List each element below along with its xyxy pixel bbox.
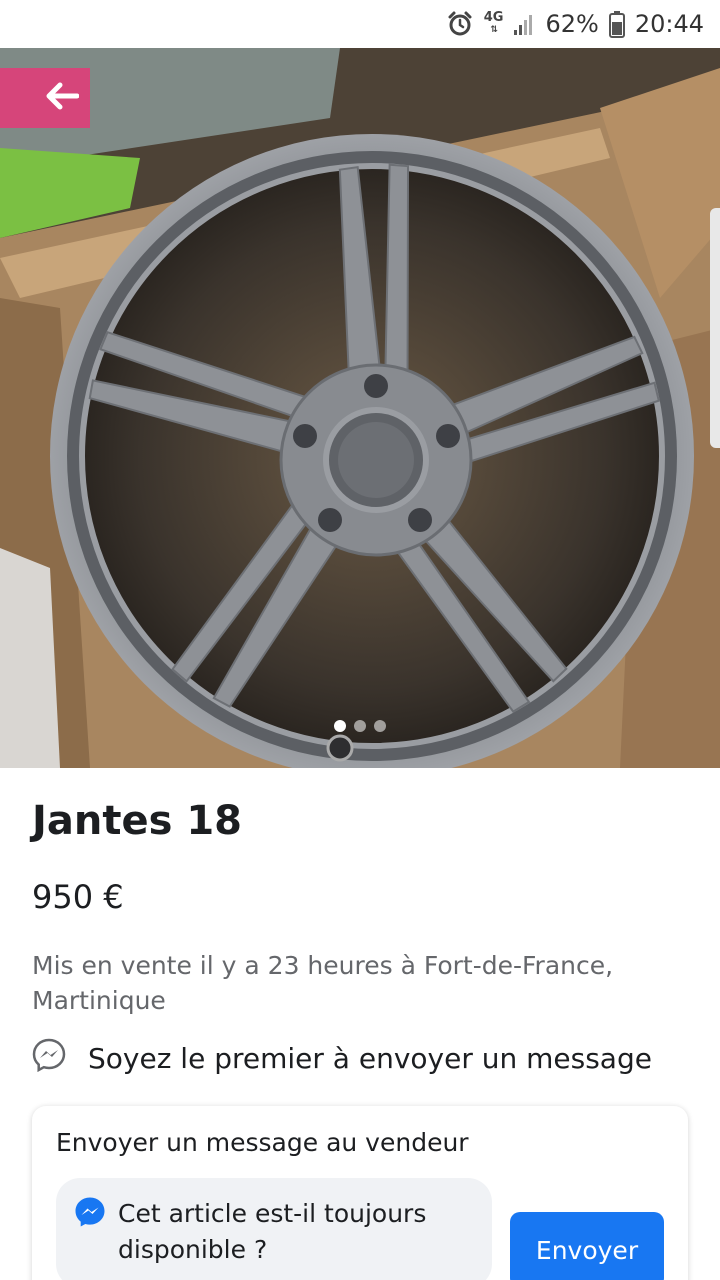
back-button[interactable] xyxy=(34,72,90,120)
listing-title: Jantes 18 xyxy=(32,798,242,844)
message-text: Cet article est-il toujours disponible ? xyxy=(118,1199,427,1264)
messenger-outline-icon xyxy=(32,1038,66,1079)
wheel-rim-image xyxy=(0,48,720,768)
signal-icon xyxy=(513,12,535,36)
status-bar: 4G ⇅ 62% 20:44 xyxy=(0,0,720,48)
alarm-icon xyxy=(446,10,474,38)
listing-photo[interactable] xyxy=(0,48,720,768)
clock: 20:44 xyxy=(634,10,704,38)
battery-percent: 62% xyxy=(545,10,599,38)
first-message-prompt: Soyez le premier à envoyer un message xyxy=(32,1038,702,1079)
arrow-left-icon xyxy=(46,82,79,110)
message-input[interactable]: Cet article est-il toujours disponible ? xyxy=(56,1178,492,1280)
send-button[interactable]: Envoyer xyxy=(510,1212,664,1280)
pager-dot-1[interactable] xyxy=(334,720,346,732)
photo-pager[interactable] xyxy=(0,720,720,732)
listing-details: Jantes 18 950 € Mis en vente il y a 23 h… xyxy=(0,768,720,1280)
first-message-text: Soyez le premier à envoyer un message xyxy=(88,1042,652,1075)
pager-dot-2[interactable] xyxy=(354,720,366,732)
pager-dot-3[interactable] xyxy=(374,720,386,732)
scrollbar-handle[interactable] xyxy=(710,208,720,448)
message-card-title: Envoyer un message au vendeur xyxy=(56,1128,469,1157)
messenger-icon xyxy=(74,1196,106,1232)
battery-icon xyxy=(608,10,625,38)
network-type-label: 4G ⇅ xyxy=(483,10,504,35)
listing-time-location: Mis en vente il y a 23 heures à Fort-de-… xyxy=(32,951,614,1015)
message-seller-card: Envoyer un message au vendeur Cet articl… xyxy=(32,1106,688,1280)
marketplace-listing-screen: 4G ⇅ 62% 20:44 Jantes 18 950 € Mis en ve… xyxy=(0,0,720,1280)
listing-price: 950 € xyxy=(32,878,124,916)
